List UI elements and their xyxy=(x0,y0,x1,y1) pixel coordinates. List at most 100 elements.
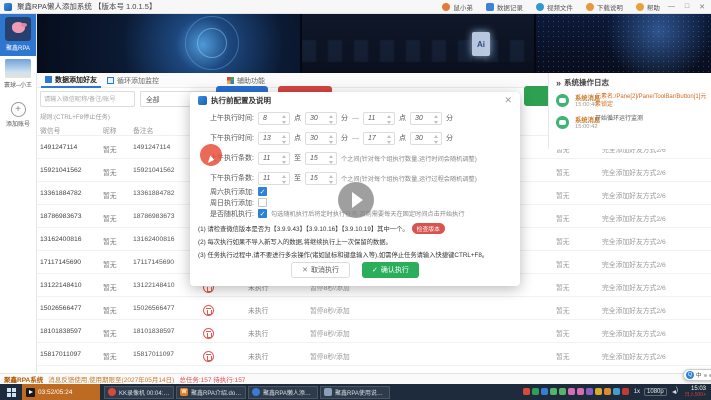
photo-avatar xyxy=(5,59,31,78)
taskbar-window-tile[interactable]: KK录像机 00:04:10 xyxy=(104,385,174,399)
account-sidebar: 聚鑫RPA 寰球--小王 添加账号 xyxy=(0,14,37,373)
tray-icon[interactable] xyxy=(621,388,629,396)
taskbar-window-tile[interactable]: 聚鑫RPA介绍.doc... xyxy=(176,385,246,399)
status-license: 消息反馈使用,使用期限至(2027年05月14日) xyxy=(48,377,175,384)
video-quality-badge[interactable]: 1080p xyxy=(644,387,667,396)
log-text: 开始循环运行监测 xyxy=(595,116,644,122)
titlebar-menu-item[interactable]: 下载说明 xyxy=(585,2,623,12)
confirm-execution-button[interactable]: 确认执行 xyxy=(362,262,419,278)
video-position-label: 03:52/05:24 xyxy=(38,388,73,396)
afternoon-end-minute-input[interactable]: 30 xyxy=(410,131,442,145)
taskbar-window-tile[interactable]: 聚鑫RPA懒人添加... xyxy=(248,385,318,399)
delete-icon[interactable] xyxy=(203,328,214,339)
morning-start-hour-input[interactable]: 8 xyxy=(258,111,290,125)
titlebar-menu-item[interactable]: 帮助 xyxy=(635,2,660,12)
tray-icon[interactable] xyxy=(558,388,566,396)
checkbox[interactable] xyxy=(258,187,267,196)
tab-icon xyxy=(227,77,234,84)
titlebar-menu-item[interactable]: 鼠小弟 xyxy=(442,2,473,12)
spinner-icon xyxy=(282,174,287,184)
start-button[interactable] xyxy=(0,384,22,400)
afternoon-time-row: 下午执行时间: 13 点 30 分 — 17 点 30 分 xyxy=(198,130,453,146)
table-row[interactable]: 15817011097 暂无 15817011097 未执行 暂停8秒/添加 暂… xyxy=(37,343,711,366)
video-play-button-overlay[interactable] xyxy=(338,182,374,218)
sidebar-item-add-account[interactable]: 添加账号 xyxy=(0,93,36,132)
morning-count-min-input[interactable]: 11 xyxy=(258,151,290,165)
table-row[interactable]: 18101838597 暂无 18101838597 未执行 暂停8秒/添加 暂… xyxy=(37,320,711,343)
tab-icon xyxy=(45,76,52,83)
tray-icon[interactable] xyxy=(603,388,611,396)
tab[interactable]: 循环添加监控 xyxy=(103,73,163,88)
sidebar-item-label: 寰球--小王 xyxy=(4,83,32,89)
watermark-text: 日入500+ xyxy=(684,391,706,398)
cell-wechat-id: 15921041562 xyxy=(40,167,82,174)
taskbar-window-label: 聚鑫RPA介绍.doc... xyxy=(191,390,242,397)
minimize-icon[interactable] xyxy=(668,3,675,11)
ime-language-icon[interactable]: 中 xyxy=(696,371,702,379)
spinner-icon xyxy=(282,114,287,124)
cell-remark: 17117145690 xyxy=(133,259,175,266)
taskbar-window-tile[interactable]: 聚鑫RPA使用说明... xyxy=(320,385,390,399)
titlebar-menu-label: 下载说明 xyxy=(596,4,623,12)
tray-icon[interactable] xyxy=(567,388,575,396)
tray-icon[interactable] xyxy=(531,388,539,396)
morning-end-hour-input[interactable]: 11 xyxy=(363,111,395,125)
titlebar-menu-icon xyxy=(442,2,451,11)
tray-icon[interactable] xyxy=(594,388,602,396)
tray-icon[interactable] xyxy=(522,388,530,396)
morning-start-minute-input[interactable]: 30 xyxy=(305,111,337,125)
cell-extra: 暂无 xyxy=(556,262,570,269)
checkbox[interactable] xyxy=(258,198,267,207)
volume-icon[interactable] xyxy=(671,387,680,396)
tray-icon[interactable] xyxy=(549,388,557,396)
afternoon-count-min-input[interactable]: 11 xyxy=(258,171,290,185)
cell-extra: 暂无 xyxy=(556,193,570,200)
sidebar-item-rpa-account[interactable]: 聚鑫RPA xyxy=(0,14,36,56)
cell-remark: 18786983673 xyxy=(133,213,175,220)
click-highlight-cursor xyxy=(200,144,222,166)
cancel-execution-button[interactable]: 取消执行 xyxy=(291,262,350,278)
taskbar-tray: 1x 1080p 15:03 日入500+ xyxy=(522,386,711,399)
taskbar-window-icon xyxy=(252,388,260,396)
tab[interactable]: 数据添加好友 xyxy=(41,73,101,88)
cell-nickname: 暂无 xyxy=(103,308,117,315)
delete-icon[interactable] xyxy=(203,351,214,362)
afternoon-start-minute-input[interactable]: 30 xyxy=(305,131,337,145)
dialog-close-icon[interactable] xyxy=(504,95,512,106)
table-row[interactable]: 15026566477 暂无 15026566477 未执行 暂停8秒/添加 暂… xyxy=(37,297,711,320)
cell-remark: 13162400816 xyxy=(133,236,175,243)
cell-add-method: 完全添加好友方式2/6 xyxy=(602,308,666,315)
sidebar-item-account-2[interactable]: 寰球--小王 xyxy=(0,56,36,93)
tray-icons xyxy=(522,388,629,396)
taskbar-window-icon xyxy=(108,388,116,396)
tray-icon[interactable] xyxy=(540,388,548,396)
taskbar-active-video-tile[interactable]: 03:52/05:24 xyxy=(22,384,100,400)
ime-logo-icon[interactable]: Q xyxy=(686,371,694,379)
afternoon-end-hour-input[interactable]: 17 xyxy=(363,131,395,145)
afternoon-start-hour-input[interactable]: 13 xyxy=(258,131,290,145)
titlebar-menu-icon xyxy=(635,2,644,11)
playback-speed[interactable]: 1x xyxy=(634,389,640,395)
tray-icon[interactable] xyxy=(612,388,620,396)
morning-count-max-input[interactable]: 15 xyxy=(305,151,337,165)
delete-icon[interactable] xyxy=(203,305,214,316)
checkbox[interactable] xyxy=(258,209,267,218)
dialog-icon xyxy=(198,95,207,105)
status-bar: 聚鑫RPA系统 消息反馈使用,使用期限至(2027年05月14日) 总任务:15… xyxy=(0,373,711,384)
titlebar-menu-item[interactable]: 数据记录 xyxy=(485,2,523,12)
afternoon-count-max-input[interactable]: 15 xyxy=(305,171,337,185)
ime-tool-icon[interactable] xyxy=(703,373,707,377)
maximize-icon[interactable] xyxy=(685,3,689,11)
cell-nickname: 暂无 xyxy=(103,331,117,338)
window-controls xyxy=(668,3,705,11)
plus-icon xyxy=(10,102,26,117)
check-version-button[interactable]: 检查版本 xyxy=(411,223,445,234)
tray-icon[interactable] xyxy=(585,388,593,396)
morning-end-minute-input[interactable]: 30 xyxy=(410,111,442,125)
close-icon[interactable] xyxy=(699,3,705,11)
titlebar-menu-item[interactable]: 视频文件 xyxy=(535,2,573,12)
cell-remark: 15817011097 xyxy=(133,351,175,358)
titlebar-menu-icon xyxy=(535,2,544,11)
tray-icon[interactable] xyxy=(576,388,584,396)
search-input[interactable] xyxy=(40,91,135,107)
